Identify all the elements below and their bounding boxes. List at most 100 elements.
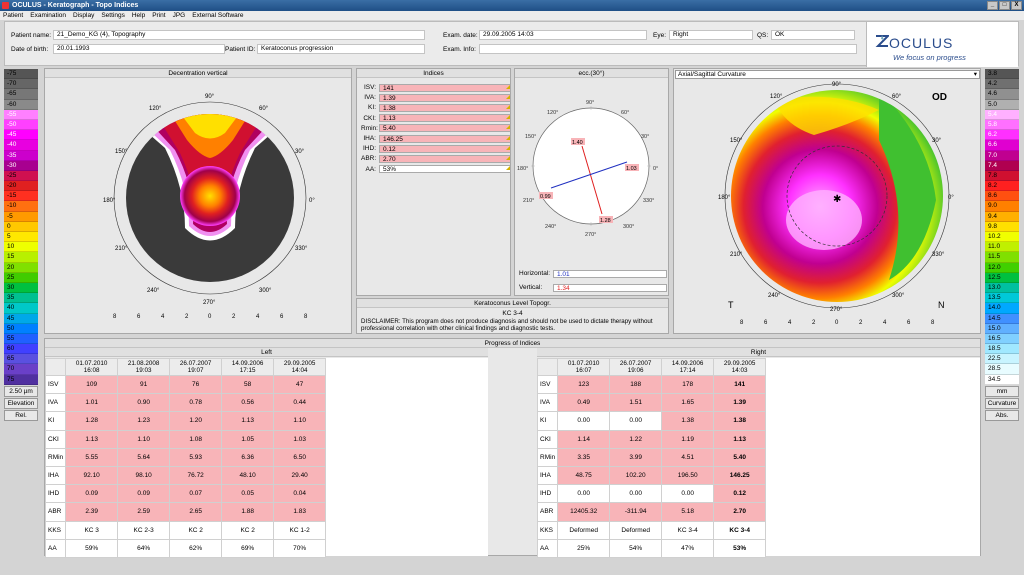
scale-step: 5.8	[985, 119, 1019, 131]
value-cell: 0.00	[557, 411, 611, 431]
value-cell: 4.51	[661, 447, 715, 467]
scale-step: 40	[4, 303, 38, 314]
table-row: RMin 5.55 5.64 5.93 6.36 6.50	[44, 447, 327, 467]
value-cell: 12405.32	[557, 502, 611, 522]
table-row: IVA 1.01 0.90 0.78 0.56 0.44	[44, 393, 327, 413]
scale-step: 14.0	[985, 303, 1019, 314]
index-label: KI:	[368, 104, 376, 112]
scale-step: 3.8	[985, 69, 1019, 80]
value-cell: 0.78	[169, 393, 223, 413]
kc-title: Keratoconus Level Topogr.	[357, 299, 668, 308]
menu-display[interactable]: Display	[73, 11, 94, 20]
kc-disclaimer: DISCLAIMER: This program does not produc…	[361, 318, 653, 332]
curvature-mode-button[interactable]: Curvature	[985, 397, 1019, 409]
scale-step: 5.4	[985, 109, 1019, 120]
elevation-scale: -75 -70 -65 -60 -55 -50 -45 -40 -35 -30 -25 -20 -15-…	[4, 69, 38, 421]
date-header: 21.08.2008 19:03	[117, 358, 171, 376]
scale-step: 22.5	[985, 354, 1019, 365]
scale-step: 7.0	[985, 150, 1019, 161]
dob-input[interactable]: 20.01.1993	[53, 44, 225, 54]
angle-240: 240°	[147, 288, 160, 294]
index-value: 141	[379, 83, 511, 92]
map-type-select[interactable]: Axial/Sagittal Curvature ▾	[675, 70, 980, 79]
left-progress-table: 01.07.2010 16:08 21.08.2008 19:03 26.07.2007…	[44, 358, 327, 558]
x-tick: 2	[812, 320, 816, 326]
value-cell: 1.39	[713, 393, 767, 413]
ecc-angle-150: 150°	[525, 134, 536, 140]
eye-input[interactable]: Right	[669, 30, 753, 40]
index-label: ABR:	[361, 155, 377, 163]
row-label: KKS	[536, 520, 559, 540]
value-cell: 1.88	[221, 502, 275, 522]
exam-time: 14:04	[291, 367, 308, 374]
row-label: CKI	[536, 429, 559, 449]
right-eye-title: Right	[537, 348, 980, 357]
scale-step: -50	[4, 119, 38, 131]
close-button[interactable]: X	[1011, 1, 1022, 10]
menu-patient[interactable]: Patient	[3, 11, 23, 20]
curv-angle-300: 300°	[892, 293, 905, 299]
ecc-horizontal-value: 1.01	[553, 269, 667, 278]
exam-time: 14:03	[731, 367, 748, 374]
scale-step: 9.4	[985, 211, 1019, 222]
scale-step: 60	[4, 344, 38, 355]
index-value: 53%	[379, 165, 511, 174]
menu-jpg[interactable]: JPG	[173, 11, 186, 20]
value-cell: 1.01	[65, 393, 119, 413]
date-header: 26.07.2007 19:07	[169, 358, 223, 376]
x-tick: 4	[788, 320, 792, 326]
patient-name-input[interactable]: 21_Demo_KG (4), Topography	[53, 30, 425, 40]
scale-step: -70	[4, 79, 38, 90]
exam-time: 17:14	[679, 367, 696, 374]
value-cell: 141	[713, 374, 767, 395]
decentration-title: Decentration vertical	[45, 69, 351, 78]
menu-examination[interactable]: Examination	[30, 11, 66, 20]
exam-info-input[interactable]	[479, 44, 857, 54]
scale-step-button[interactable]: 2.50 µm	[4, 385, 38, 397]
ecc-right-label: 1.03	[626, 166, 637, 172]
date-header: 26.07.2007 19:06	[609, 358, 663, 376]
angle-330: 330°	[295, 246, 308, 252]
curv-angle-60: 60°	[892, 94, 902, 100]
exam-date: 26.07.2007	[619, 360, 652, 367]
ecc-bottom-label: 1.28	[600, 218, 611, 224]
scale-step: 7.8	[985, 170, 1019, 182]
relative-mode-button[interactable]: Rel.	[4, 409, 38, 421]
qs-input[interactable]: OK	[771, 30, 855, 40]
value-cell: 69%	[221, 538, 275, 558]
menu-help[interactable]: Help	[132, 11, 145, 20]
exam-time: 19:03	[135, 367, 152, 374]
date-header: 29.09.2005 14:03	[713, 358, 767, 376]
maximize-button[interactable]: □	[999, 1, 1010, 10]
ecc-angle-120: 120°	[547, 110, 558, 116]
index-value: 146.25	[379, 134, 511, 143]
date-header: 29.09.2005 14:04	[273, 358, 327, 376]
menu-print[interactable]: Print	[152, 11, 165, 20]
minimize-button[interactable]: _	[987, 1, 998, 10]
indices-title: Indices	[357, 69, 510, 78]
scale-step: 15	[4, 252, 38, 263]
x-tick: 6	[280, 314, 284, 320]
flag-icon	[506, 135, 510, 140]
unit-button[interactable]: mm	[985, 385, 1019, 397]
value-cell: 0.00	[609, 484, 663, 504]
menu-settings[interactable]: Settings	[101, 11, 125, 20]
value-cell: 0.07	[169, 484, 223, 504]
absolute-mode-button[interactable]: Abs.	[985, 409, 1019, 421]
row-label: IVA	[44, 393, 67, 413]
value-cell: KC 1-2	[273, 520, 327, 540]
flag-icon	[506, 115, 510, 120]
patient-id-label: Patient ID:	[225, 45, 256, 53]
exam-date-input[interactable]: 29.09.2005 14:03	[479, 30, 647, 40]
ecc-angle-240: 240°	[545, 224, 556, 230]
scale-step: -75	[4, 69, 38, 80]
row-label: AA	[44, 538, 67, 558]
patient-id-input[interactable]: Keratoconus progression	[257, 44, 425, 54]
x-tick: 8	[740, 320, 744, 326]
menu-external-software[interactable]: External Software	[192, 11, 243, 20]
elevation-mode-button[interactable]: Elevation	[4, 397, 38, 409]
ecc-vertical-label: Vertical:	[519, 284, 543, 291]
value-cell: 2.65	[169, 502, 223, 522]
index-row: ABR: 2.70	[361, 154, 511, 163]
value-cell: 0.12	[713, 484, 767, 504]
